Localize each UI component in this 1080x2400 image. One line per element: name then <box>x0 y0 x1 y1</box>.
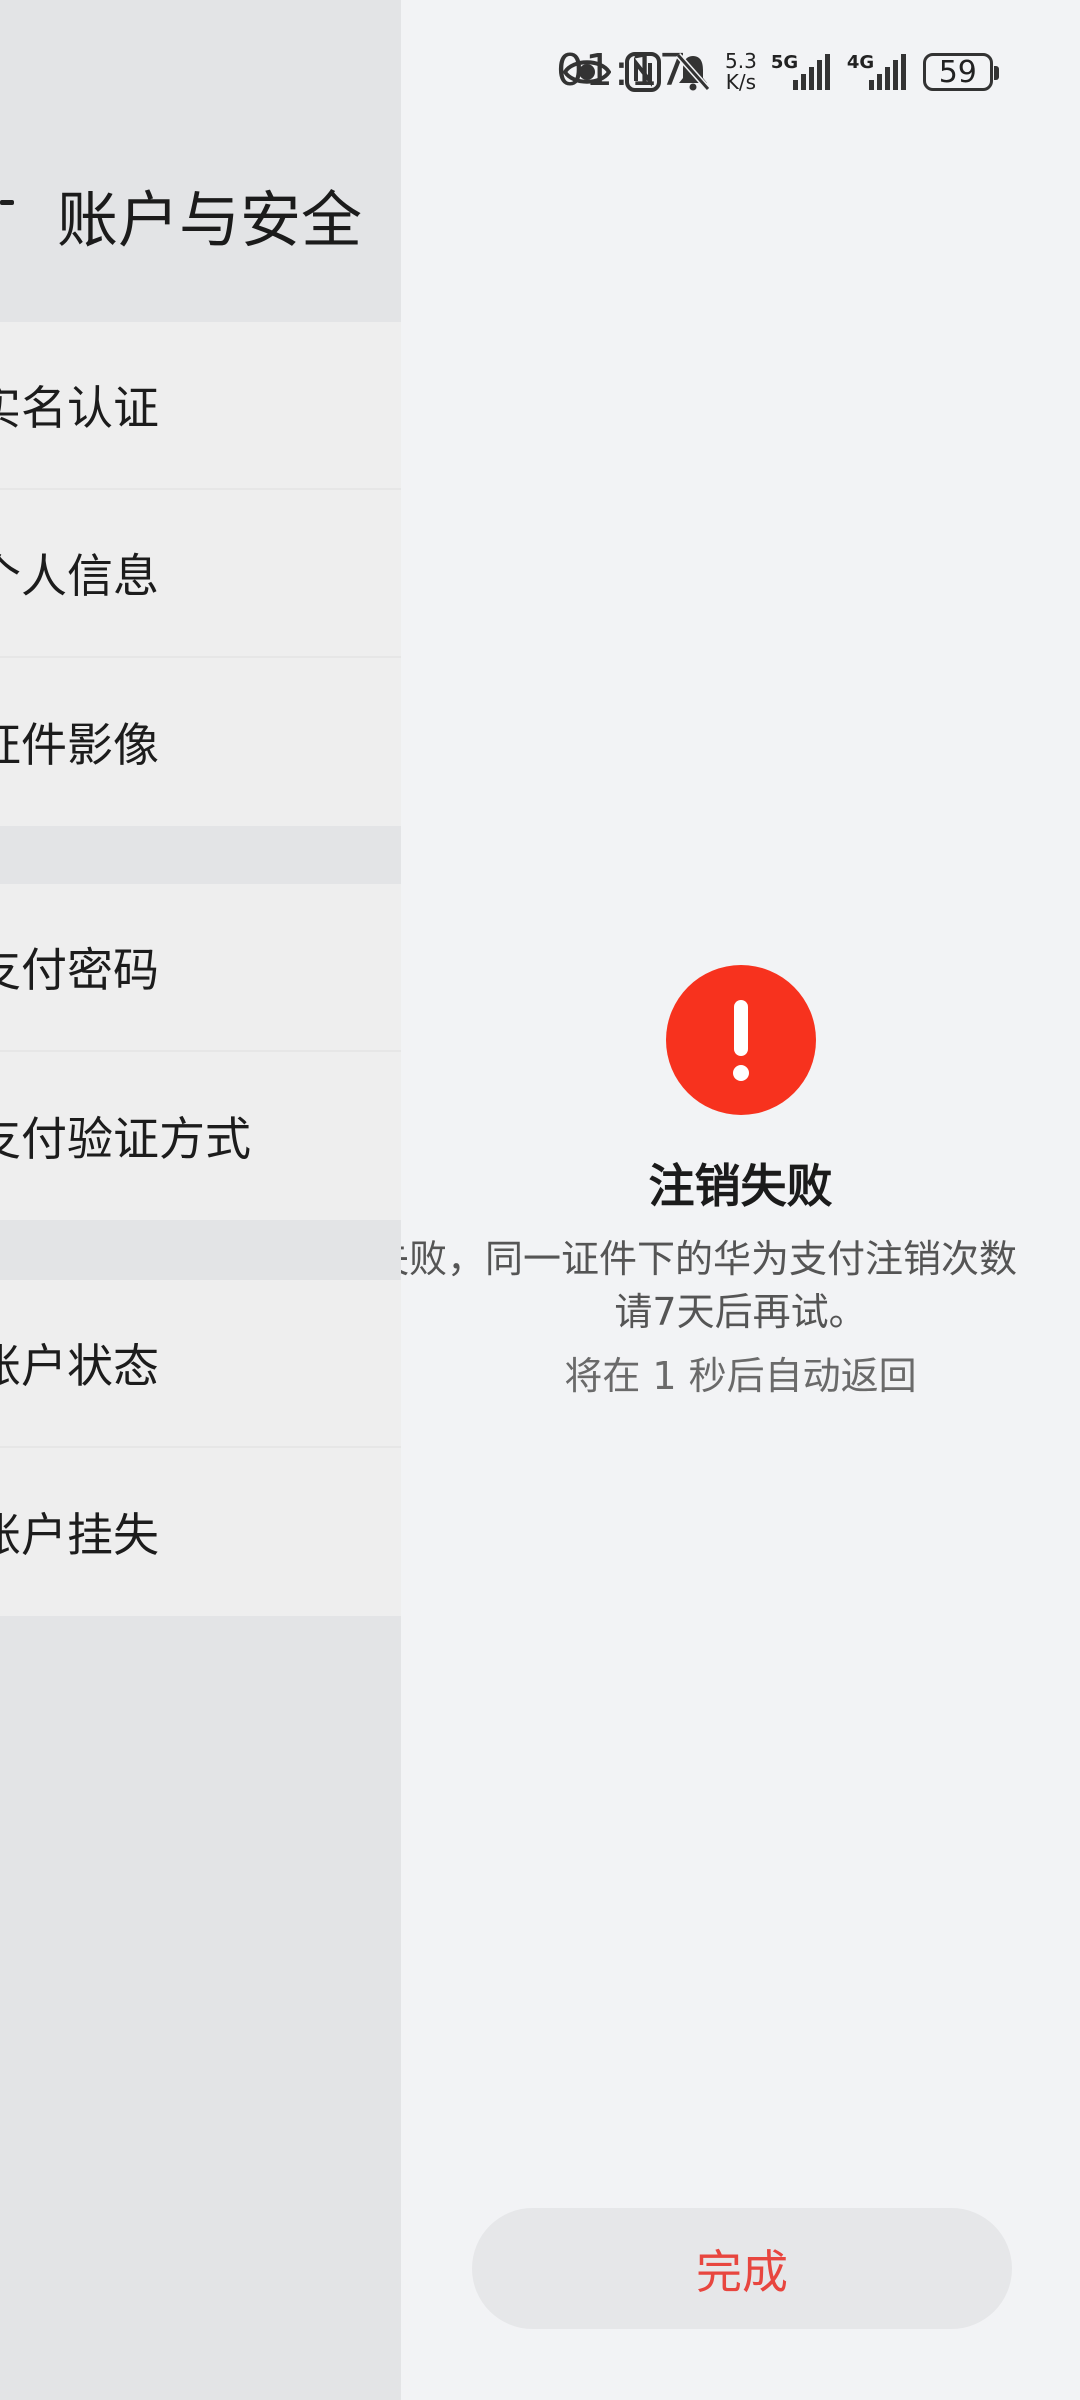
network-speed-value: 5.3 <box>725 49 757 73</box>
sim2-network-label: 4G <box>846 52 875 73</box>
list-item-account-status[interactable]: 账户状态 <box>0 1280 401 1448</box>
list-item-label: 证件影像 <box>0 718 159 772</box>
mute-bell-icon <box>675 52 711 92</box>
result-panel: 01:17 5.3 K/s 5G 4G 59 注销失败 失败，同一证件下的华为支… <box>401 0 1080 2400</box>
page-header: 账户与安全 <box>0 0 401 318</box>
nfc-icon <box>625 52 661 92</box>
settings-group-account: 账户状态 账户挂失 <box>0 1280 401 1616</box>
list-item-account-loss-report[interactable]: 账户挂失 <box>0 1448 401 1616</box>
list-item-label: 支付密码 <box>0 943 159 997</box>
settings-group-payment: 支付密码 支付验证方式 <box>0 884 401 1220</box>
eye-icon <box>563 55 611 89</box>
list-item-payment-password[interactable]: 支付密码 <box>0 884 401 1052</box>
list-item-label: 账户状态 <box>0 1339 159 1393</box>
list-item-personal-info[interactable]: 个人信息 <box>0 490 401 658</box>
back-arrow-icon[interactable] <box>0 200 14 205</box>
done-button[interactable]: 完成 <box>472 2208 1012 2329</box>
account-security-page: 账户与安全 实名认证 个人信息 证件影像 支付密码 支付验证方式 账户状态 <box>0 0 401 2400</box>
signal-5g-icon: 5G <box>771 52 833 92</box>
sim1-network-label: 5G <box>770 52 799 73</box>
result-message-text: 失败，同一证件下的华为支付注销次数 <box>401 1237 1018 1281</box>
result-title: 注销失败 <box>648 1159 833 1213</box>
network-speed-unit: K/s <box>725 70 757 94</box>
list-item-real-name[interactable]: 实名认证 <box>0 322 401 490</box>
list-item-label: 个人信息 <box>0 549 159 603</box>
status-icons: 5.3 K/s 5G 4G 59 <box>563 46 999 98</box>
battery-icon: 59 <box>922 53 999 91</box>
list-item-payment-verification[interactable]: 支付验证方式 <box>0 1052 401 1220</box>
list-item-label: 支付验证方式 <box>0 1112 251 1166</box>
page-title: 账户与安全 <box>57 185 363 256</box>
auto-return-countdown: 将在 1 秒后自动返回 <box>564 1354 917 1398</box>
result-message-line2: 请7天后再试。 <box>614 1290 867 1334</box>
list-item-label: 账户挂失 <box>0 1508 159 1562</box>
list-item-id-images[interactable]: 证件影像 <box>0 658 401 826</box>
error-icon <box>666 965 816 1115</box>
signal-4g-icon: 4G <box>847 52 909 92</box>
screen: 账户与安全 实名认证 个人信息 证件影像 支付密码 支付验证方式 账户状态 <box>0 0 1080 2400</box>
settings-group-identity: 实名认证 个人信息 证件影像 <box>0 322 401 826</box>
battery-level: 59 <box>938 54 977 90</box>
list-item-label: 实名认证 <box>0 381 159 435</box>
network-speed: 5.3 K/s <box>725 51 757 93</box>
